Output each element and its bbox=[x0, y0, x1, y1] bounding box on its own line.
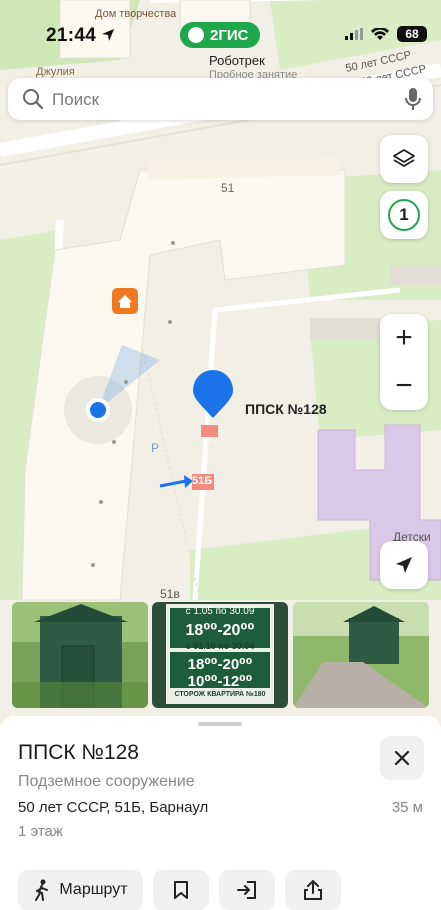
brand-name: 2ГИС bbox=[210, 26, 249, 44]
wifi-icon bbox=[371, 27, 389, 40]
sign-line-4: 18⁰⁰-20⁰⁰ bbox=[187, 656, 253, 673]
sign-line-5: 10⁰⁰-12⁰⁰ bbox=[187, 673, 253, 690]
poi-label-dom-tvorchestva[interactable]: Дом творчества bbox=[95, 8, 176, 20]
photo-3[interactable] bbox=[293, 602, 429, 708]
place-card[interactable]: ППСК №128 Подземное сооружение 50 лет СС… bbox=[0, 716, 441, 910]
counter-button[interactable]: 1 bbox=[380, 191, 428, 239]
route-button[interactable]: Маршрут bbox=[18, 870, 143, 910]
parking-label: P bbox=[151, 441, 160, 455]
battery-level: 68 bbox=[397, 26, 427, 42]
photo-2-schedule-sign[interactable]: с 1.05 по 30.09 18⁰⁰-20⁰⁰ с 01.10 по 30.… bbox=[152, 602, 288, 708]
bookmark-button[interactable] bbox=[153, 870, 209, 910]
place-distance: 35 м bbox=[391, 799, 423, 816]
layers-icon bbox=[393, 149, 415, 167]
poi-label-robotrek[interactable]: Роботрек bbox=[209, 53, 265, 68]
sign-line-1: с 1.05 по 30.09 bbox=[185, 606, 255, 617]
search-bar[interactable] bbox=[8, 78, 433, 120]
status-bar: 21:44 2ГИС 68 bbox=[0, 22, 441, 50]
selected-place-label[interactable]: ППСК №128 bbox=[245, 401, 327, 417]
search-input[interactable] bbox=[50, 84, 394, 116]
route-label: Маршрут bbox=[59, 881, 128, 898]
share-icon bbox=[304, 879, 322, 900]
place-category: Подземное сооружение bbox=[18, 773, 195, 790]
navigation-arrow-icon bbox=[396, 557, 412, 573]
action-bar: Маршрут bbox=[0, 870, 441, 910]
zoom-out-button[interactable]: − bbox=[380, 362, 428, 410]
sign-line-3: с 01.10 по 30.04 bbox=[185, 641, 255, 651]
photo-carousel[interactable]: с 1.05 по 30.09 18⁰⁰-20⁰⁰ с 01.10 по 30.… bbox=[12, 602, 429, 708]
place-title: ППСК №128 bbox=[18, 741, 139, 764]
clock: 21:44 bbox=[46, 25, 97, 46]
zoom-in-button[interactable]: + bbox=[380, 314, 428, 362]
photo-1[interactable] bbox=[12, 602, 148, 708]
place-address: 50 лет СССР, 51Б, Барнаул bbox=[18, 799, 209, 816]
signal-icon bbox=[345, 28, 363, 40]
bookmark-icon bbox=[174, 881, 188, 899]
entrance-button[interactable] bbox=[219, 870, 275, 910]
microphone-icon[interactable] bbox=[405, 87, 421, 111]
sheet-grabber[interactable] bbox=[198, 722, 242, 726]
counter-badge: 1 bbox=[388, 199, 420, 231]
brand-logo-icon bbox=[188, 27, 204, 43]
zoom-control: + − bbox=[380, 314, 428, 410]
status-icons: 68 bbox=[345, 26, 427, 42]
house-number-51: 51 bbox=[221, 181, 235, 195]
share-button[interactable] bbox=[285, 870, 341, 910]
house-number-51b: 51Б bbox=[192, 475, 213, 487]
sign-footer: СТОРОЖ КВАРТИРА №180 bbox=[174, 691, 266, 698]
location-services-icon bbox=[102, 29, 114, 41]
house-number-51v: 51в bbox=[160, 587, 180, 601]
close-button[interactable] bbox=[380, 736, 424, 780]
search-icon bbox=[23, 89, 44, 110]
app-brand-badge: 2ГИС bbox=[180, 22, 261, 48]
close-icon bbox=[394, 750, 410, 766]
place-floors: 1 этаж bbox=[18, 823, 63, 840]
layers-button[interactable] bbox=[380, 135, 428, 183]
my-location-button[interactable] bbox=[380, 541, 428, 589]
poi-label-dzhulia[interactable]: Джулия bbox=[36, 66, 75, 78]
walking-icon bbox=[35, 879, 49, 901]
sign-line-2: 18⁰⁰-20⁰⁰ bbox=[185, 622, 255, 639]
entrance-icon bbox=[237, 881, 256, 899]
